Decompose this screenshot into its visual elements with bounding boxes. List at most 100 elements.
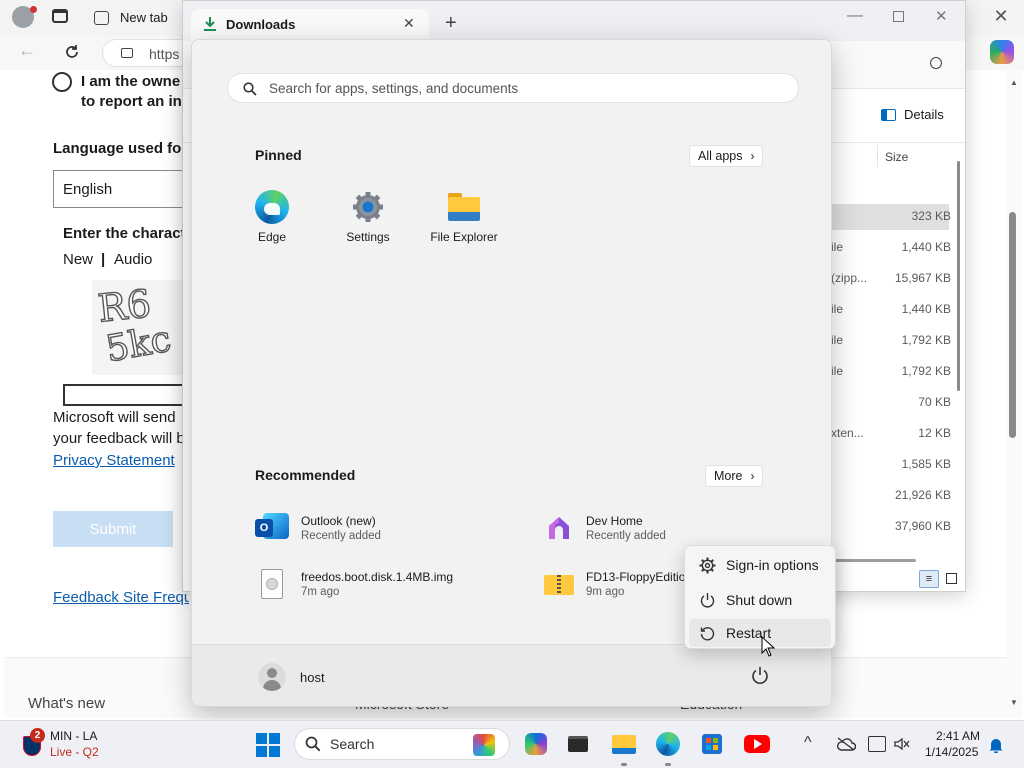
notice-line-2: your feedback will b	[53, 430, 185, 447]
tab-title: New tab	[120, 10, 168, 25]
pinned-app-edge[interactable]: Edge	[224, 190, 320, 266]
taskbar-copilot-icon[interactable]	[518, 726, 554, 762]
user-account-button[interactable]: host	[258, 663, 325, 691]
captcha-new-link[interactable]: New	[63, 251, 93, 268]
pinned-app-file-explorer[interactable]: File Explorer	[416, 190, 512, 266]
size-column-header[interactable]: Size	[885, 150, 908, 164]
start-button[interactable]	[250, 727, 286, 763]
restart-item[interactable]: Restart	[689, 619, 831, 647]
language-select[interactable]: English	[53, 170, 193, 208]
volume-muted-icon[interactable]	[894, 737, 910, 751]
file-list-scrollbar[interactable]	[957, 161, 960, 391]
captcha-audio-link[interactable]: Audio	[114, 251, 152, 268]
file-type-cell: ile	[831, 240, 844, 254]
taskbar-store-icon[interactable]	[694, 726, 730, 762]
tiles-view-icon[interactable]	[946, 573, 957, 584]
whats-new-link[interactable]: What's new	[28, 695, 105, 712]
scroll-down-arrow[interactable]: ▼	[1010, 698, 1018, 707]
settings-icon	[351, 190, 385, 224]
file-row[interactable]: ile 1,440 KB	[831, 234, 951, 260]
explorer-tab[interactable]: Downloads ✕	[191, 9, 429, 41]
all-apps-button[interactable]: All apps ›	[689, 145, 764, 167]
recommended-item-freedos-img[interactable]: freedos.boot.disk.1.4MB.img 7m ago	[255, 562, 453, 606]
taskbar-terminal-icon[interactable]	[560, 726, 596, 762]
file-row[interactable]: ile 1,792 KB	[831, 358, 951, 384]
details-pane-icon	[881, 108, 896, 121]
file-size-cell: 1,440 KB	[901, 302, 951, 316]
recommended-item-fd13-zip[interactable]: FD13-FloppyEditio 9m ago	[544, 562, 685, 606]
pinned-app-settings[interactable]: Settings	[320, 190, 416, 266]
copilot-icon[interactable]	[990, 40, 1014, 64]
refresh-icon[interactable]	[62, 42, 82, 62]
file-type-cell: (zipp...	[831, 271, 868, 285]
taskbar-edge-icon[interactable]	[650, 726, 686, 762]
back-icon[interactable]: ←	[18, 40, 36, 61]
chevron-up-icon[interactable]: ^	[804, 734, 812, 752]
feedback-site-link[interactable]: Feedback Site Freque	[53, 589, 189, 606]
file-row[interactable]: 323 KB	[831, 203, 951, 229]
submit-button[interactable]: Submit	[53, 511, 173, 547]
weather-subtitle: Live - Q2	[50, 745, 99, 759]
start-search-box[interactable]: Search for apps, settings, and documents	[227, 73, 799, 103]
more-button[interactable]: More ›	[705, 465, 764, 487]
clock-date[interactable]: 1/14/2025	[925, 745, 978, 759]
recommended-title: Recommended	[255, 467, 356, 483]
file-size-cell: 1,440 KB	[901, 240, 951, 254]
owner-radio[interactable]	[52, 72, 72, 92]
notification-bell-icon[interactable]	[989, 737, 1003, 753]
taskbar-search[interactable]: Search	[294, 728, 510, 760]
explorer-close-icon[interactable]: ✕	[935, 7, 948, 25]
file-size-cell: 1,585 KB	[901, 457, 951, 471]
file-row[interactable]: 21,926 KB	[831, 482, 951, 508]
file-row[interactable]: ile 1,792 KB	[831, 327, 951, 353]
recommended-item-dev-home[interactable]: Dev Home Recently added	[544, 506, 666, 550]
list-view-icon[interactable]: ≡	[919, 570, 939, 588]
search-highlight-icon	[473, 734, 495, 756]
power-button[interactable]	[749, 665, 771, 687]
system-tray: ^ 2:41 AM 1/14/2025	[800, 728, 1024, 764]
horizontal-scrollbar[interactable]	[833, 559, 916, 562]
explorer-search-icon[interactable]	[930, 57, 942, 69]
language-label: Language used for	[53, 140, 183, 157]
tab-actions-icon[interactable]	[52, 9, 68, 23]
tab-close-icon[interactable]: ✕	[403, 15, 415, 32]
pinned-app-label: Settings	[346, 230, 390, 244]
file-row[interactable]: ile 1,440 KB	[831, 296, 951, 322]
file-size-cell: 323 KB	[911, 209, 951, 223]
page-scrollbar-thumb[interactable]	[1009, 212, 1016, 438]
recommended-item-outlook[interactable]: O Outlook (new) Recently added	[255, 506, 381, 550]
power-menu-label: Shut down	[726, 592, 793, 608]
browser-close-icon[interactable]: ✕	[990, 6, 1012, 28]
onedrive-icon[interactable]	[836, 737, 856, 751]
shut-down-item[interactable]: Shut down	[689, 586, 831, 614]
browser-tab[interactable]: New tab	[84, 4, 184, 34]
clock-time[interactable]: 2:41 AM	[936, 729, 980, 743]
privacy-link[interactable]: Privacy Statement	[53, 452, 175, 469]
column-divider	[877, 145, 878, 167]
file-row[interactable]: 70 KB	[831, 389, 951, 415]
notification-dot	[30, 6, 37, 13]
file-row[interactable]: (zipp... 15,967 KB	[831, 265, 951, 291]
details-button[interactable]: Details	[881, 107, 944, 122]
file-row[interactable]: 1,585 KB	[831, 451, 951, 477]
weather-title: MIN - LA	[50, 729, 98, 743]
minimize-icon[interactable]: —	[847, 7, 863, 25]
scroll-up-arrow[interactable]: ▲	[1010, 78, 1018, 87]
taskbar-file-explorer-icon[interactable]	[606, 726, 642, 762]
file-size-cell: 21,926 KB	[894, 488, 951, 502]
maximize-icon[interactable]	[893, 11, 904, 22]
file-size-cell: 15,967 KB	[894, 271, 951, 285]
explorer-new-tab-button[interactable]: +	[445, 12, 457, 35]
avatar	[258, 663, 286, 691]
recommended-item-subtitle: 7m ago	[301, 586, 340, 598]
file-explorer-icon	[447, 190, 481, 224]
file-row[interactable]: 37,960 KB	[831, 513, 951, 539]
pinned-title: Pinned	[255, 147, 302, 163]
network-icon[interactable]	[868, 736, 886, 752]
file-row[interactable]: xten... 12 KB	[831, 420, 951, 446]
captcha-input[interactable]	[63, 384, 193, 406]
captcha-heading: Enter the charact	[63, 225, 183, 242]
sign-in-options-item[interactable]: Sign-in options	[689, 551, 831, 579]
weather-widget[interactable]: 2 MIN - LA Live - Q2	[20, 727, 140, 763]
taskbar-youtube-icon[interactable]	[739, 726, 775, 762]
